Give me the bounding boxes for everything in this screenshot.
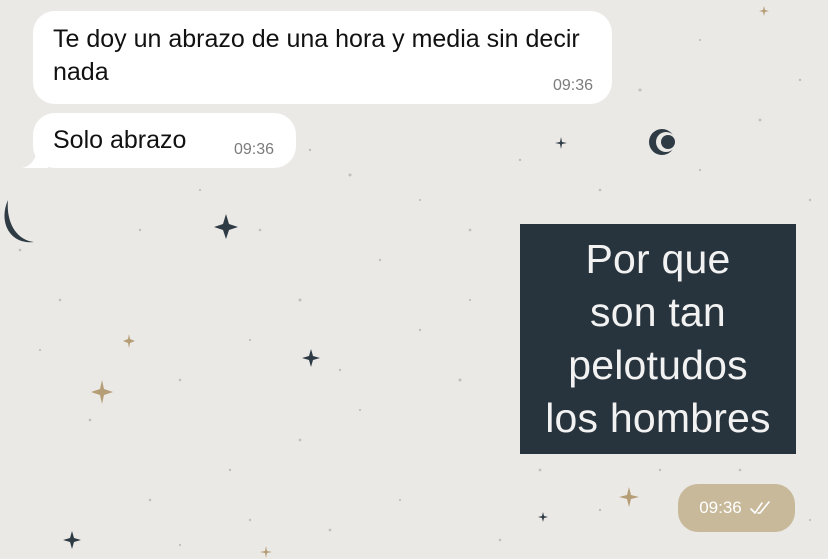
incoming-message-bubble[interactable]: Solo abrazo 09:36 [33, 113, 296, 168]
double-check-icon [749, 501, 770, 514]
sent-timestamp: 09:36 [699, 498, 742, 517]
message-timestamp: 09:36 [552, 77, 593, 94]
message-timestamp: 09:36 [233, 141, 274, 158]
sticker-message[interactable]: Por que son tan pelotudos los hombres [520, 224, 796, 454]
message-text: Solo abrazo [53, 126, 187, 154]
message-text: Te doy un abrazo de una hora y media sin… [53, 25, 580, 86]
sticker-text: Por que son tan pelotudos los hombres [545, 236, 771, 441]
sent-timestamp-pill: 09:36 [678, 484, 795, 532]
incoming-message-bubble[interactable]: Te doy un abrazo de una hora y media sin… [33, 11, 612, 104]
